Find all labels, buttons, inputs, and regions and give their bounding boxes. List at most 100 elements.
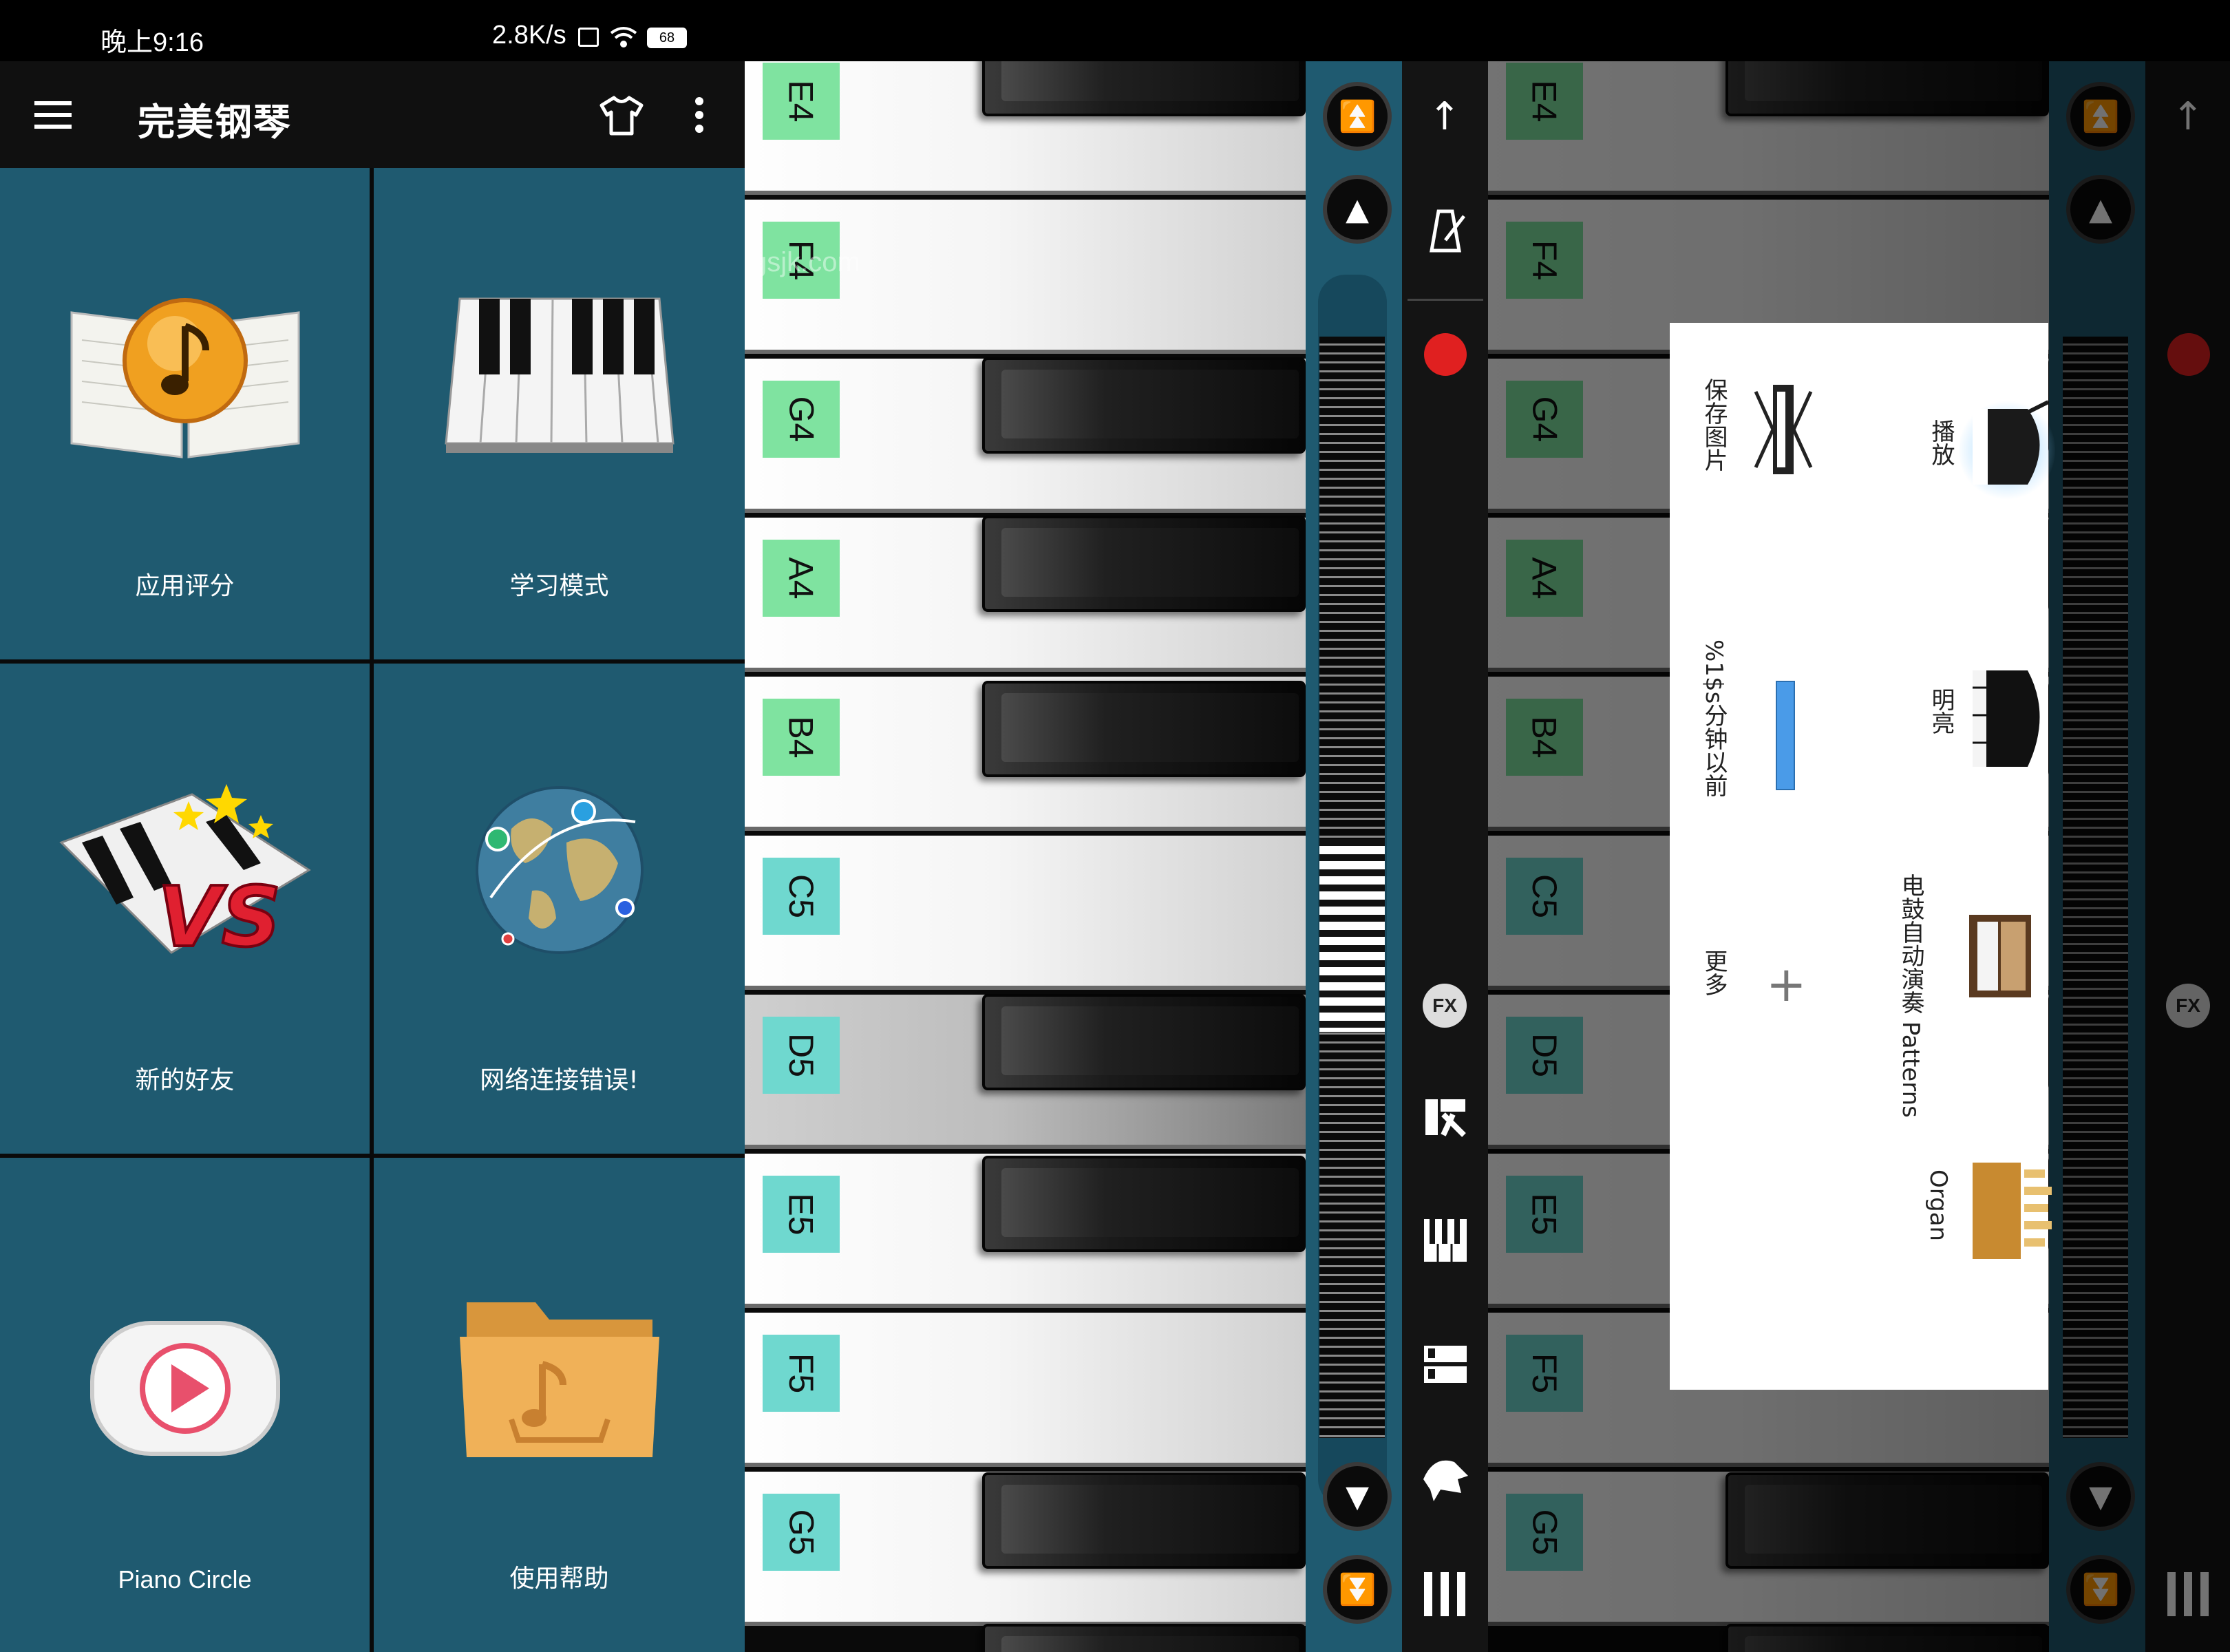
tile-label: 使用帮助: [509, 1565, 609, 1593]
metronome-icon[interactable]: [1421, 206, 1469, 254]
watermark: gsjk.com: [752, 247, 860, 277]
fx-icon[interactable]: FX: [1423, 984, 1467, 1028]
note-label-text: A4: [781, 557, 820, 600]
scroll-down-button[interactable]: ▼: [1323, 1462, 1392, 1531]
scroll-down-fast-button[interactable]: ⏬: [1323, 1555, 1392, 1624]
upright-piano-icon: [1969, 915, 2031, 997]
status-time: 晚上9:16: [100, 28, 204, 57]
visible-range-highlight[interactable]: [1319, 839, 1385, 1032]
note-label-text: E5: [781, 1193, 820, 1236]
organ-icon: [1973, 1163, 2052, 1259]
popup-item-label: 保存图片: [1700, 378, 1728, 472]
note-label: A4: [763, 540, 840, 617]
tile-new-friends[interactable]: VS 新的好友: [0, 664, 370, 1154]
arrow-up-icon[interactable]: ↑: [1417, 89, 1472, 144]
range-strip: ⏫ ▲ ▼ ⏬: [1306, 61, 1402, 1652]
tile-label: 网络连接错误!: [480, 1066, 639, 1094]
popup-item-label: 更多: [1700, 949, 1728, 996]
white-key-f5[interactable]: F5: [745, 1313, 1306, 1467]
chord-icon[interactable]: [1423, 1094, 1468, 1139]
popup-item-label: %1$s分钟以前: [1700, 639, 1728, 798]
note-label: G5: [763, 1494, 840, 1571]
note-label: E5: [763, 1176, 840, 1253]
tile-piano-circle[interactable]: Piano Circle: [0, 1158, 370, 1652]
black-key[interactable]: [982, 994, 1306, 1090]
black-key[interactable]: [982, 681, 1306, 777]
black-key[interactable]: [982, 357, 1306, 454]
progress-bar-icon: [1776, 681, 1795, 790]
note-label-text: E4: [781, 80, 820, 123]
popup-item-label: 明亮: [1927, 688, 1955, 734]
black-key[interactable]: [982, 61, 1306, 116]
side-toolbar: ↑ FX: [1402, 61, 1488, 1652]
popup-item-label: Organ: [1924, 1169, 1952, 1242]
popup-item-recent[interactable]: %1$s分钟以前: [1684, 639, 1849, 818]
black-key[interactable]: [982, 1472, 1306, 1569]
app-bar: 完美钢琴: [0, 61, 745, 168]
status-speed: 2.8K/s: [492, 21, 566, 50]
play-button-icon: [89, 1321, 280, 1456]
white-key-c5[interactable]: C5: [745, 836, 1306, 990]
more-vert-icon[interactable]: [695, 97, 703, 133]
menu-icon[interactable]: [34, 101, 72, 129]
scroll-up-fast-button[interactable]: ⏫: [1323, 82, 1392, 151]
note-label-text: F5: [781, 1353, 820, 1394]
split-keys-icon[interactable]: [1423, 1342, 1468, 1387]
tile-help[interactable]: 使用帮助: [374, 1158, 745, 1652]
vs-piano-icon: VS: [59, 784, 311, 966]
black-key[interactable]: [982, 516, 1306, 612]
note-label-text: B4: [781, 716, 820, 759]
grand-piano-glow-icon: [1973, 400, 2050, 485]
scroll-up-button[interactable]: ▲: [1323, 175, 1392, 244]
app-title: 完美钢琴: [138, 100, 292, 144]
plus-icon: +: [1766, 956, 1807, 1013]
note-label: F5: [763, 1335, 840, 1412]
popup-item-label: 电鼓自动演奏 Patterns: [1897, 873, 1924, 1118]
svg-text:VS: VS: [158, 870, 281, 966]
popup-item-play[interactable]: 播放: [1876, 371, 2055, 536]
note-label: C5: [763, 858, 840, 935]
battery-icon: 68: [647, 28, 687, 48]
note-label: B4: [763, 699, 840, 776]
tile-label: 学习模式: [509, 572, 609, 600]
tile-network-error[interactable]: 网络连接错误!: [374, 664, 745, 1154]
screen-record-icon: [578, 28, 599, 47]
music-book-icon: [70, 298, 299, 458]
popup-item-more[interactable]: + 更多: [1684, 929, 1849, 1066]
popup-item-bright[interactable]: 明亮: [1876, 639, 2041, 805]
note-label-text: D5: [781, 1033, 820, 1077]
note-label-text: G4: [781, 396, 820, 443]
black-key[interactable]: [982, 1156, 1306, 1252]
instrument-icon[interactable]: [1420, 1452, 1471, 1503]
note-label: E4: [763, 63, 840, 140]
note-label-text: G5: [781, 1509, 820, 1556]
keyboard-screen: E4 F4 G4 A4 B4 C5 D5 E5 F5 G5 ⏫ ▲ ▼ ⏬ ↑ FX: [745, 61, 1488, 1652]
keyboard-stand-icon: [1754, 385, 1813, 474]
wifi-icon: [610, 27, 637, 47]
popup-item-save-image[interactable]: 保存图片: [1684, 371, 1849, 536]
note-label-text: C5: [781, 874, 820, 918]
tile-label: Piano Circle: [118, 1565, 252, 1593]
popup-item-drum-patterns[interactable]: 电鼓自动演奏 Patterns: [1849, 860, 2041, 1118]
note-label: D5: [763, 1017, 840, 1094]
status-bar: 晚上9:16 2.8K/s 68: [0, 0, 2230, 61]
popup-item-organ[interactable]: Organ: [1876, 1108, 2052, 1328]
tile-rate-app[interactable]: 应用评分: [0, 168, 370, 659]
keyboard-layout-icon[interactable]: [1423, 1218, 1468, 1263]
menu-lines-icon[interactable]: [1424, 1572, 1465, 1616]
tile-label: 应用评分: [135, 572, 235, 600]
instrument-screen: E4F4G4A4B4C5D5E5F5G5 ⏫ ▲ ▼ ⏬ ↑ FX 播放: [1488, 61, 2230, 1652]
piano-keys-icon: [444, 297, 675, 453]
toolbar-divider: [1408, 299, 1483, 301]
folder-icon: [459, 1302, 659, 1457]
grand-piano-icon: [1973, 670, 2040, 767]
popup-item-label: 播放: [1927, 419, 1955, 466]
note-label: G4: [763, 381, 840, 458]
shirt-icon[interactable]: [599, 96, 644, 136]
tile-label: 新的好友: [135, 1066, 235, 1094]
menu-screen: 完美钢琴 应用评分 学习模式 VS 新的好友 网络连接错误! Piano Cir…: [0, 61, 745, 1652]
tile-learn-mode[interactable]: 学习模式: [374, 168, 745, 659]
black-key[interactable]: [982, 1624, 1306, 1652]
instrument-popup: 播放 明亮 电鼓自动演奏 Patterns Organ 保存图片 %1$s分钟以…: [1670, 323, 2055, 1390]
record-icon[interactable]: [1424, 333, 1467, 376]
